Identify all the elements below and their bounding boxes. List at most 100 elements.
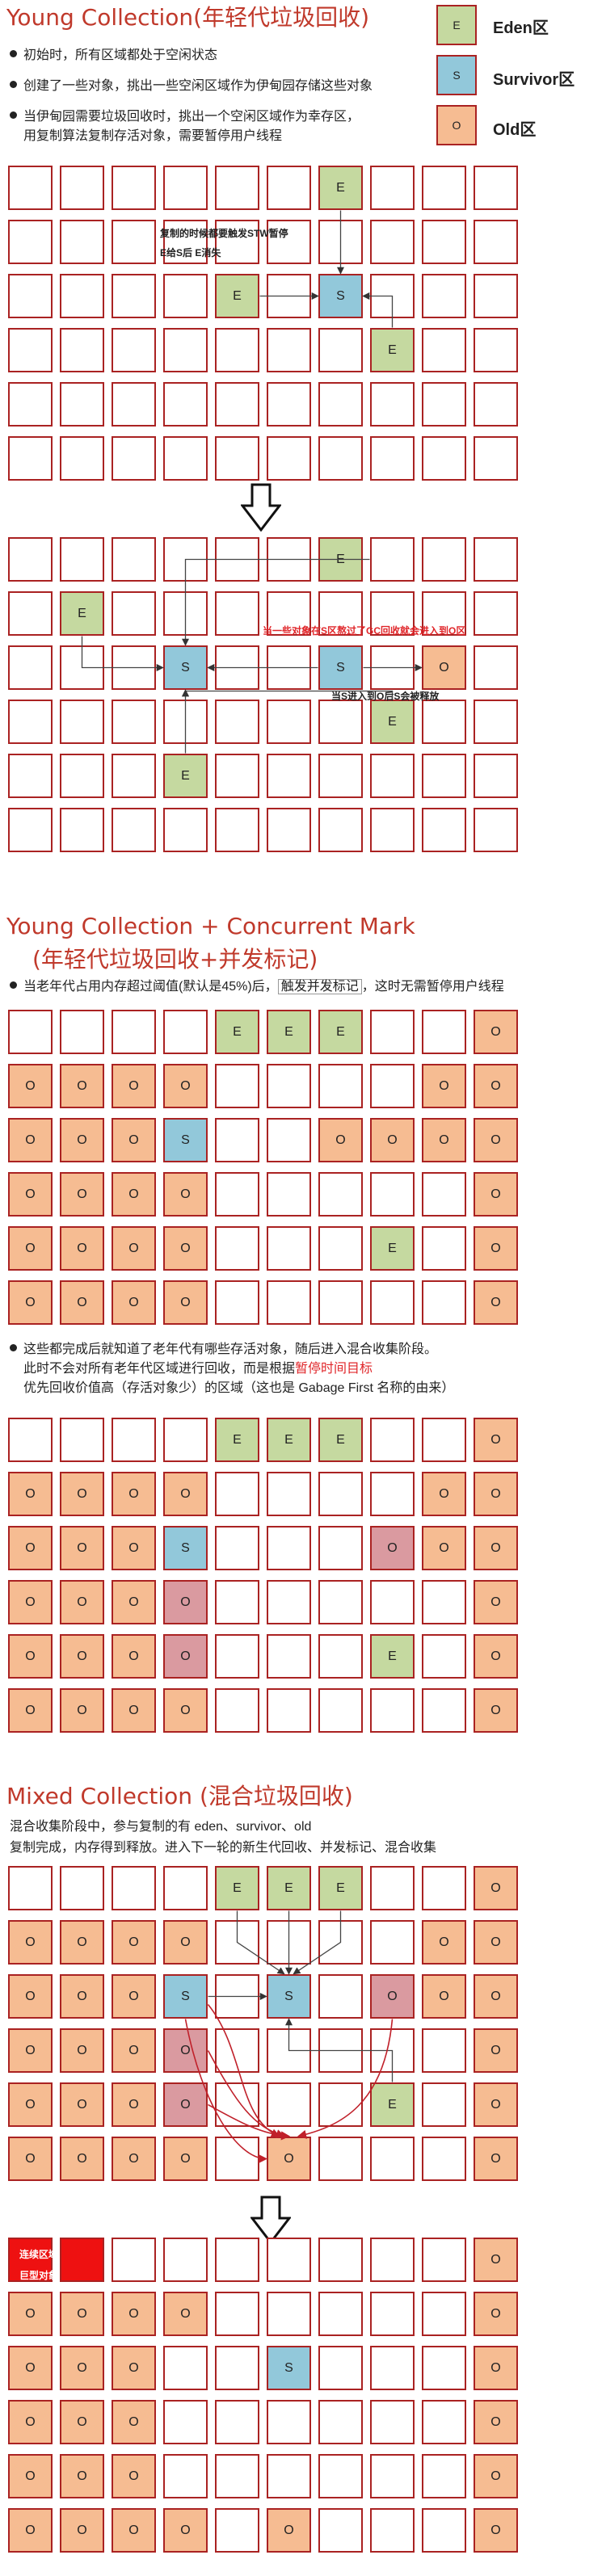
region-cell-2-4-0 [8, 754, 53, 798]
region-cell-3-1-1: O [60, 1064, 104, 1108]
region-cell-4-2-7: O [370, 1526, 415, 1570]
region-cell-6-5-9: O [474, 2508, 518, 2553]
region-cell-2-2-0 [8, 645, 53, 690]
section1-title: Young Collection(年轻代垃圾回收) [6, 4, 370, 31]
region-cell-2-0-5 [267, 537, 311, 582]
region-cell-5-0-0 [8, 1866, 53, 1910]
region-cell-3-1-6 [318, 1064, 363, 1108]
region-cell-2-0-3 [163, 537, 208, 582]
region-cell-2-5-3 [163, 808, 208, 852]
region-cell-3-4-7: E [370, 1226, 415, 1271]
region-cell-5-1-3: O [163, 1920, 208, 1965]
region-cell-4-1-9: O [474, 1472, 518, 1516]
region-cell-6-5-2: O [112, 2508, 156, 2553]
region-cell-0-0-9 [474, 166, 518, 210]
region-cell-6-1-1: O [60, 2292, 104, 2336]
region-cell-4-5-3: O [163, 1688, 208, 1733]
region-cell-2-5-0 [8, 808, 53, 852]
region-cell-6-1-5 [267, 2292, 311, 2336]
region-cell-5-3-3: O [163, 2028, 208, 2073]
region-cell-5-5-2: O [112, 2137, 156, 2181]
region-cell-2-3-8 [422, 700, 466, 744]
region-cell-2-4-7 [370, 754, 415, 798]
region-cell-4-4-1: O [60, 1634, 104, 1679]
region-cell-2-2-1 [60, 645, 104, 690]
region-cell-6-2-8 [422, 2346, 466, 2390]
legend-survivor-label: Survivor区 [493, 71, 575, 89]
region-cell-5-3-9: O [474, 2028, 518, 2073]
region-cell-5-1-2: O [112, 1920, 156, 1965]
region-cell-0-0-8 [422, 166, 466, 210]
region-cell-4-4-7: E [370, 1634, 415, 1679]
humongous-label-1: 连续区域 [19, 2249, 59, 2260]
region-cell-3-2-9: O [474, 1118, 518, 1162]
region-cell-5-2-6 [318, 1974, 363, 2019]
region-cell-4-0-7 [370, 1418, 415, 1462]
region-cell-6-1-6 [318, 2292, 363, 2336]
region-cell-3-5-8 [422, 1280, 466, 1325]
region-cell-3-5-1: O [60, 1280, 104, 1325]
region-cell-2-0-7 [370, 537, 415, 582]
region-cell-5-1-1: O [60, 1920, 104, 1965]
region-cell-5-2-1: O [60, 1974, 104, 2019]
region-cell-4-3-8 [422, 1580, 466, 1624]
region-cell-6-4-8 [422, 2454, 466, 2498]
region-cell-4-0-9: O [474, 1418, 518, 1462]
region-cell-5-5-0: O [8, 2137, 53, 2181]
region-cell-6-3-1: O [60, 2400, 104, 2444]
region-cell-2-4-2 [112, 754, 156, 798]
region-cell-3-5-7 [370, 1280, 415, 1325]
region-cell-5-0-6: E [318, 1866, 363, 1910]
region-cell-0-0-7 [370, 166, 415, 210]
region-cell-2-2-4 [215, 645, 259, 690]
region-cell-4-3-9: O [474, 1580, 518, 1624]
region-cell-2-3-0 [8, 700, 53, 744]
region-cell-2-3-2 [112, 700, 156, 744]
region-cell-6-1-8 [422, 2292, 466, 2336]
region-cell-5-2-2: O [112, 1974, 156, 2019]
region-cell-6-3-8 [422, 2400, 466, 2444]
region-cell-5-5-9: O [474, 2137, 518, 2181]
region-cell-0-1-2 [112, 220, 156, 264]
region-cell-0-3-4 [215, 328, 259, 372]
region-cell-3-4-1: O [60, 1226, 104, 1271]
note-s-released: 当S进入到O后S会被释放 [331, 691, 440, 702]
region-cell-6-5-0: O [8, 2508, 53, 2553]
region-cell-3-0-6: E [318, 1010, 363, 1054]
region-cell-3-5-3: O [163, 1280, 208, 1325]
legend-old-box: O [436, 105, 477, 145]
region-cell-0-3-5 [267, 328, 311, 372]
region-cell-0-5-8 [422, 436, 466, 481]
region-cell-3-4-3: O [163, 1226, 208, 1271]
region-cell-6-2-1: O [60, 2346, 104, 2390]
region-cell-4-5-4 [215, 1688, 259, 1733]
region-cell-3-0-0 [8, 1010, 53, 1054]
region-cell-3-0-5: E [267, 1010, 311, 1054]
region-cell-2-5-9 [474, 808, 518, 852]
region-cell-3-5-4 [215, 1280, 259, 1325]
region-cell-3-1-3: O [163, 1064, 208, 1108]
region-cell-5-4-0: O [8, 2082, 53, 2127]
region-cell-5-4-5 [267, 2082, 311, 2127]
region-cell-3-1-2: O [112, 1064, 156, 1108]
region-cell-4-1-6 [318, 1472, 363, 1516]
note-e-to-s: E给S后 E消失 [160, 247, 221, 258]
region-cell-2-4-8 [422, 754, 466, 798]
region-cell-6-0-1 [60, 2238, 104, 2282]
region-cell-3-1-0: O [8, 1064, 53, 1108]
region-cell-6-4-6 [318, 2454, 363, 2498]
region-cell-5-4-6 [318, 2082, 363, 2127]
region-cell-0-5-5 [267, 436, 311, 481]
section2-subtitle: (年轻代垃圾回收+并发标记) [32, 946, 318, 973]
region-cell-2-5-5 [267, 808, 311, 852]
region-cell-0-2-9 [474, 274, 518, 318]
region-cell-4-4-2: O [112, 1634, 156, 1679]
region-cell-3-3-6 [318, 1172, 363, 1217]
region-cell-4-2-9: O [474, 1526, 518, 1570]
region-cell-0-2-7 [370, 274, 415, 318]
region-cell-4-1-7 [370, 1472, 415, 1516]
region-cell-6-3-7 [370, 2400, 415, 2444]
region-cell-2-4-6 [318, 754, 363, 798]
region-cell-4-5-8 [422, 1688, 466, 1733]
region-cell-2-5-7 [370, 808, 415, 852]
